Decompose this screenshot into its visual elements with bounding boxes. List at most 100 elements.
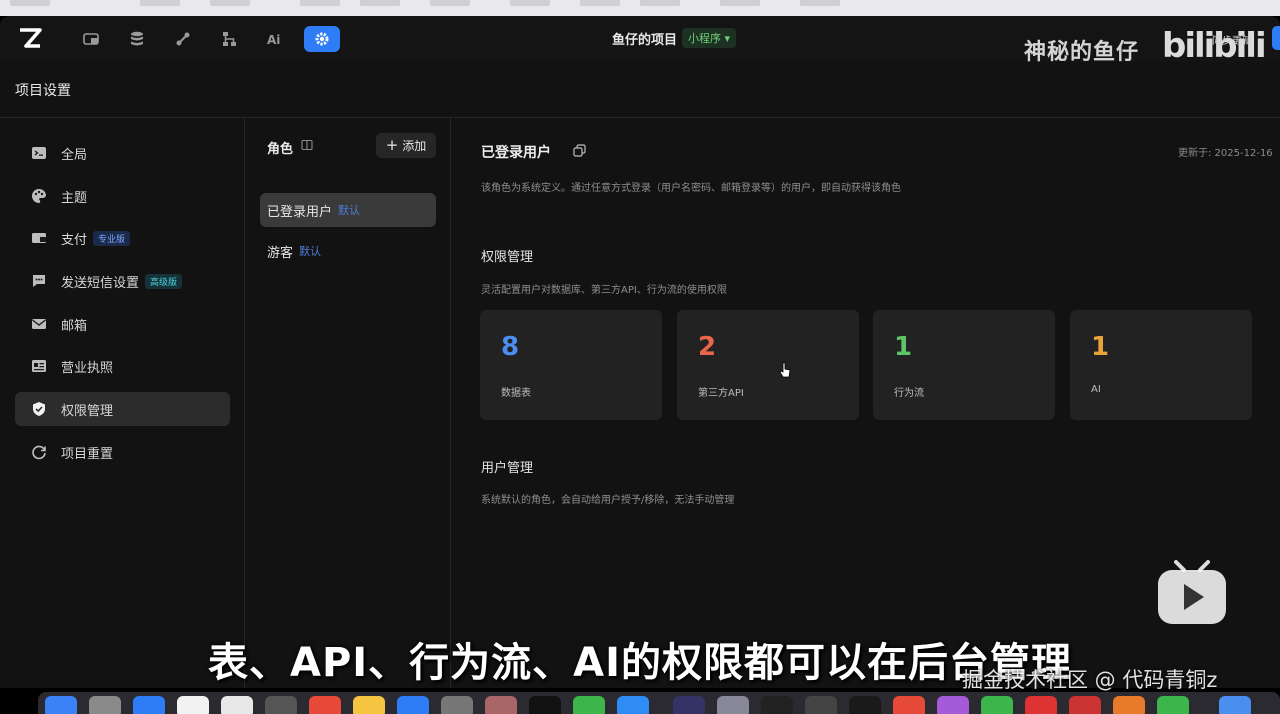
app-icon[interactable] <box>937 696 969 714</box>
app-icon[interactable] <box>1113 696 1145 714</box>
top-right-button[interactable] <box>1272 26 1280 50</box>
app-icon[interactable] <box>1025 696 1057 714</box>
wechat-icon[interactable] <box>573 696 605 714</box>
sidebar-item-reset[interactable]: 项目重置 <box>15 435 230 469</box>
book-icon[interactable] <box>301 139 313 151</box>
card-count: 1 <box>894 332 913 362</box>
notes-icon[interactable] <box>353 696 385 714</box>
project-type-dropdown[interactable]: 小程序 ▾ <box>682 28 737 48</box>
browser-tab[interactable] <box>720 0 760 6</box>
sidebar-item-label: 主题 <box>61 190 88 206</box>
browser-tab[interactable] <box>210 0 250 6</box>
browser-tab[interactable] <box>300 0 340 6</box>
role-default-tag: 默认 <box>338 204 361 217</box>
card-label: 数据表 <box>501 388 531 399</box>
browser-tab[interactable] <box>510 0 550 6</box>
app-logo-icon[interactable] <box>18 27 42 49</box>
project-title[interactable]: 鱼仔的项目 <box>612 29 677 48</box>
palette-icon <box>32 188 46 203</box>
terminal-dock-icon[interactable] <box>761 696 793 714</box>
sidebar-item-label: 发送短信设置 <box>61 275 140 291</box>
app-icon[interactable] <box>981 696 1013 714</box>
sync-label[interactable]: 同步更新 <box>1212 32 1252 47</box>
add-role-label: 添加 <box>402 139 427 153</box>
permission-card-api[interactable]: 2 第三方API <box>677 310 859 420</box>
nav-settings-icon[interactable] <box>304 26 340 52</box>
safari-icon[interactable] <box>133 696 165 714</box>
sidebar-item-license[interactable]: 营业执照 <box>15 349 230 383</box>
svg-text:Ai: Ai <box>267 33 280 47</box>
flow-icon <box>223 32 236 46</box>
nav-flow-icon[interactable] <box>211 26 247 52</box>
browser-tab[interactable] <box>800 0 840 6</box>
sidebar-item-label: 项目重置 <box>61 446 114 462</box>
role-title: 已登录用户 <box>481 145 551 161</box>
nav-data-icon[interactable] <box>73 26 109 52</box>
video-play-icon[interactable] <box>1156 558 1228 626</box>
browser-tab[interactable] <box>140 0 180 6</box>
add-role-button[interactable]: + 添加 <box>376 133 436 158</box>
sidebar-item-permissions[interactable]: 权限管理 <box>15 392 230 426</box>
terminal-icon <box>32 147 46 159</box>
browser-tab[interactable] <box>640 0 680 6</box>
users-title: 用户管理 <box>481 461 534 476</box>
browser-tab[interactable] <box>10 0 50 6</box>
browser-tab[interactable] <box>360 0 400 6</box>
nav-ai-icon[interactable]: Ai <box>257 26 293 52</box>
role-name: 游客 <box>267 245 294 261</box>
app-icon[interactable] <box>529 696 561 714</box>
card-count: 8 <box>501 332 520 362</box>
sidebar-item-label: 邮箱 <box>61 318 88 334</box>
browser-tab[interactable] <box>580 0 620 6</box>
browser-tab[interactable] <box>430 0 470 6</box>
shield-icon <box>33 402 45 416</box>
finder-icon[interactable] <box>45 696 77 714</box>
app-icon[interactable] <box>805 696 837 714</box>
folder-icon[interactable] <box>1219 696 1251 714</box>
launchpad-icon[interactable] <box>89 696 121 714</box>
calculator-icon[interactable] <box>265 696 297 714</box>
copy-icon[interactable] <box>573 144 586 157</box>
sidebar-item-label: 支付 <box>61 232 88 248</box>
sidebar-item-mail[interactable]: 邮箱 <box>15 307 230 341</box>
page-title: 项目设置 <box>15 83 71 99</box>
sidebar-item-label: 全局 <box>61 147 88 163</box>
updated-timestamp: 更新于: 2025-12-16 <box>1178 148 1273 159</box>
role-item-logged-in[interactable]: 已登录用户 默认 <box>260 193 436 227</box>
role-default-tag: 默认 <box>299 245 322 258</box>
intellij-icon[interactable] <box>1069 696 1101 714</box>
settings-sidebar: 全局 主题 支付 专业版 发送短信设置 高级版 邮箱 营业执照 权限管理 项目重… <box>0 118 245 688</box>
permission-card-ai[interactable]: 1 AI <box>1070 310 1252 420</box>
mail-icon <box>32 319 46 329</box>
chrome-icon[interactable] <box>309 696 341 714</box>
app-icon[interactable] <box>849 696 881 714</box>
ai-icon: Ai <box>267 33 280 47</box>
settings-dock-icon[interactable] <box>441 696 473 714</box>
sidebar-item-sms[interactable]: 发送短信设置 高级版 <box>15 264 230 298</box>
app-icon[interactable] <box>673 696 705 714</box>
role-item-guest[interactable]: 游客 默认 <box>260 234 436 268</box>
sidebar-item-payment[interactable]: 支付 专业版 <box>15 221 230 255</box>
app-icon[interactable] <box>893 696 925 714</box>
sidebar-item-global[interactable]: 全局 <box>15 136 230 170</box>
app-icon[interactable] <box>617 696 649 714</box>
sidebar-item-theme[interactable]: 主题 <box>15 179 230 213</box>
roles-title: 角色 <box>267 142 294 157</box>
permission-card-flow[interactable]: 1 行为流 <box>873 310 1055 420</box>
message-icon <box>33 275 45 287</box>
macos-dock <box>38 692 1280 714</box>
table-icon <box>83 33 99 45</box>
nav-database-icon[interactable] <box>119 26 155 52</box>
app-icon[interactable] <box>717 696 749 714</box>
gear-icon <box>315 32 329 46</box>
calendar-icon[interactable] <box>177 696 209 714</box>
app-icon[interactable] <box>1157 696 1189 714</box>
reminders-icon[interactable] <box>221 696 253 714</box>
card-label: 第三方API <box>698 388 744 399</box>
mouse-cursor-icon <box>779 362 791 378</box>
app-icon[interactable] <box>485 696 517 714</box>
nav-api-icon[interactable] <box>165 26 201 52</box>
role-description: 该角色为系统定义。通过任意方式登录（用户名密码、邮箱登录等）的用户，即自动获得该… <box>481 183 901 194</box>
permission-card-tables[interactable]: 8 数据表 <box>480 310 662 420</box>
app-store-icon[interactable] <box>397 696 429 714</box>
